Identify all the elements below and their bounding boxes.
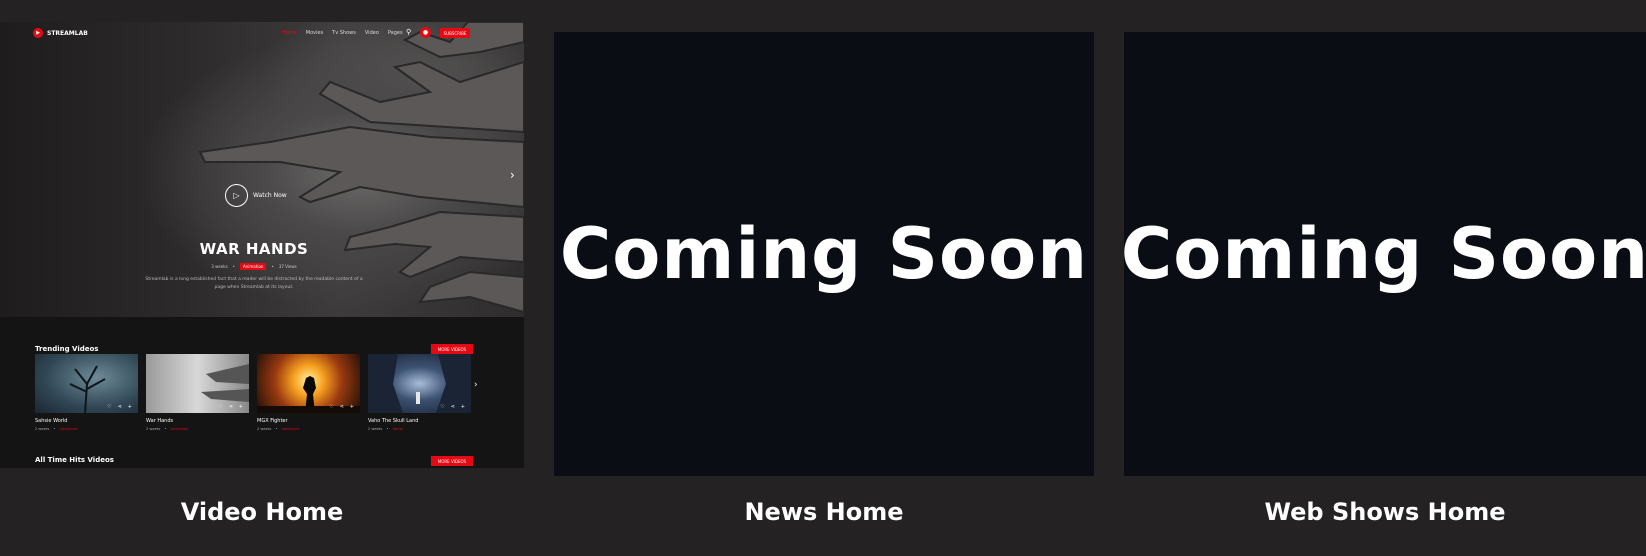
logo-text: STREAMLAB (47, 29, 88, 37)
video-meta: 2 weeks • Horror (368, 427, 404, 431)
share-icon[interactable]: ⋖ (340, 404, 344, 410)
play-icon: ▷ (225, 184, 248, 207)
site-nav: ▶ STREAMLAB Home Movies Tv Shows Video P… (0, 22, 524, 44)
search-icon[interactable]: ⚲ (406, 28, 411, 36)
share-icon[interactable]: ⋖ (118, 404, 122, 410)
nav-item-movies[interactable]: Movies (306, 30, 323, 36)
video-genre: Animation (170, 427, 189, 431)
hero-title: WAR HANDS (199, 240, 309, 258)
thumbnail-image: ♡ ⋖ + (257, 354, 360, 413)
video-age: 2 weeks (257, 427, 272, 431)
user-icon[interactable]: ● (420, 27, 431, 38)
video-home-preview[interactable]: ▶ STREAMLAB Home Movies Tv Shows Video P… (0, 22, 524, 468)
video-genre: Horror (392, 427, 404, 431)
chevron-right-icon[interactable]: › (510, 168, 515, 182)
thumb-actions: ♡ ⋖ + (329, 404, 354, 410)
video-meta: 2 weeks • Adventure (35, 427, 78, 431)
nav-item-tv-shows[interactable]: Tv Shows (332, 30, 356, 36)
share-icon[interactable]: ⋖ (229, 404, 233, 410)
hero-genre: Animation (240, 263, 267, 270)
video-card[interactable]: ♡ ⋖ + MGX Fighter 2 weeks • Adventure (257, 354, 360, 431)
video-genre: Adventure (59, 427, 78, 431)
chevron-right-icon[interactable]: › (474, 380, 478, 390)
video-card[interactable]: ♡ ⋖ + War Hands 2 weeks • Animation (146, 354, 249, 431)
news-home-preview[interactable]: Coming Soon (554, 32, 1094, 476)
watch-now-label: Watch Now (253, 192, 287, 199)
video-age: 2 weeks (146, 427, 161, 431)
video-card[interactable]: ♡ ⋖ + Sahsie World 2 weeks • Adventure (35, 354, 138, 431)
thumbnail-image: ♡ ⋖ + (368, 354, 471, 413)
thumbnail-image: ♡ ⋖ + (146, 354, 249, 413)
heart-icon[interactable]: ♡ (440, 404, 444, 410)
thumb-actions: ♡ ⋖ + (218, 404, 243, 410)
web-shows-home-preview[interactable]: Coming Soon (1124, 32, 1646, 476)
nav-menu: Home Movies Tv Shows Video Pages (282, 30, 403, 36)
heart-icon[interactable]: ♡ (329, 404, 333, 410)
hero-description: Streamlab is a long established fact tha… (145, 277, 363, 290)
thumbnail-image: ♡ ⋖ + (35, 354, 138, 413)
nav-item-home[interactable]: Home (282, 30, 297, 36)
hero-age: 3 weeks (211, 264, 228, 269)
subscribe-button[interactable]: SUBSCRIBE (440, 28, 470, 38)
video-age: 2 weeks (35, 427, 50, 431)
logo[interactable]: ▶ STREAMLAB (33, 28, 88, 38)
coming-soon-text: Coming Soon (559, 213, 1089, 295)
card-label-web-shows-home[interactable]: Web Shows Home (1124, 498, 1646, 526)
hero-meta: 3 weeks • Animation • 37 Views (211, 263, 297, 270)
plus-icon[interactable]: + (461, 404, 465, 410)
trending-more-button[interactable]: MORE VIDEOS (431, 344, 473, 354)
hero-hands-image (198, 22, 524, 314)
hero-banner: ▶ STREAMLAB Home Movies Tv Shows Video P… (0, 22, 524, 317)
share-icon[interactable]: ⋖ (451, 404, 455, 410)
video-meta: 2 weeks • Animation (146, 427, 189, 431)
trending-title: Trending Videos (35, 345, 99, 353)
all-time-more-button[interactable]: MORE VIDEOS (431, 456, 473, 466)
watch-now-button[interactable]: ▷ Watch Now (225, 184, 287, 207)
video-card[interactable]: ♡ ⋖ + Vaho The Skull Land 2 weeks • Horror (368, 354, 471, 431)
play-logo-icon: ▶ (33, 28, 43, 38)
plus-icon[interactable]: + (239, 404, 243, 410)
video-title: Sahsie World (35, 418, 68, 424)
thumb-actions: ♡ ⋖ + (107, 404, 132, 410)
nav-item-video[interactable]: Video (365, 30, 379, 36)
video-title: MGX Fighter (257, 418, 288, 424)
plus-icon[interactable]: + (350, 404, 354, 410)
heart-icon[interactable]: ♡ (218, 404, 222, 410)
all-time-title: All Time Hits Videos (35, 456, 114, 464)
coming-soon-text: Coming Soon (1124, 213, 1646, 295)
thumb-actions: ♡ ⋖ + (440, 404, 465, 410)
video-meta: 2 weeks • Adventure (257, 427, 300, 431)
video-age: 2 weeks (368, 427, 383, 431)
plus-icon[interactable]: + (128, 404, 132, 410)
nav-item-pages[interactable]: Pages (388, 30, 403, 36)
card-label-video-home[interactable]: Video Home (0, 498, 524, 526)
video-title: War Hands (146, 418, 174, 424)
video-genre: Adventure (281, 427, 300, 431)
video-title: Vaho The Skull Land (368, 418, 419, 424)
trending-list: ♡ ⋖ + Sahsie World 2 weeks • Adventure ♡ ⋖ + W… (35, 354, 471, 431)
hero-views: 37 Views (278, 264, 297, 269)
heart-icon[interactable]: ♡ (107, 404, 111, 410)
card-label-news-home[interactable]: News Home (554, 498, 1094, 526)
